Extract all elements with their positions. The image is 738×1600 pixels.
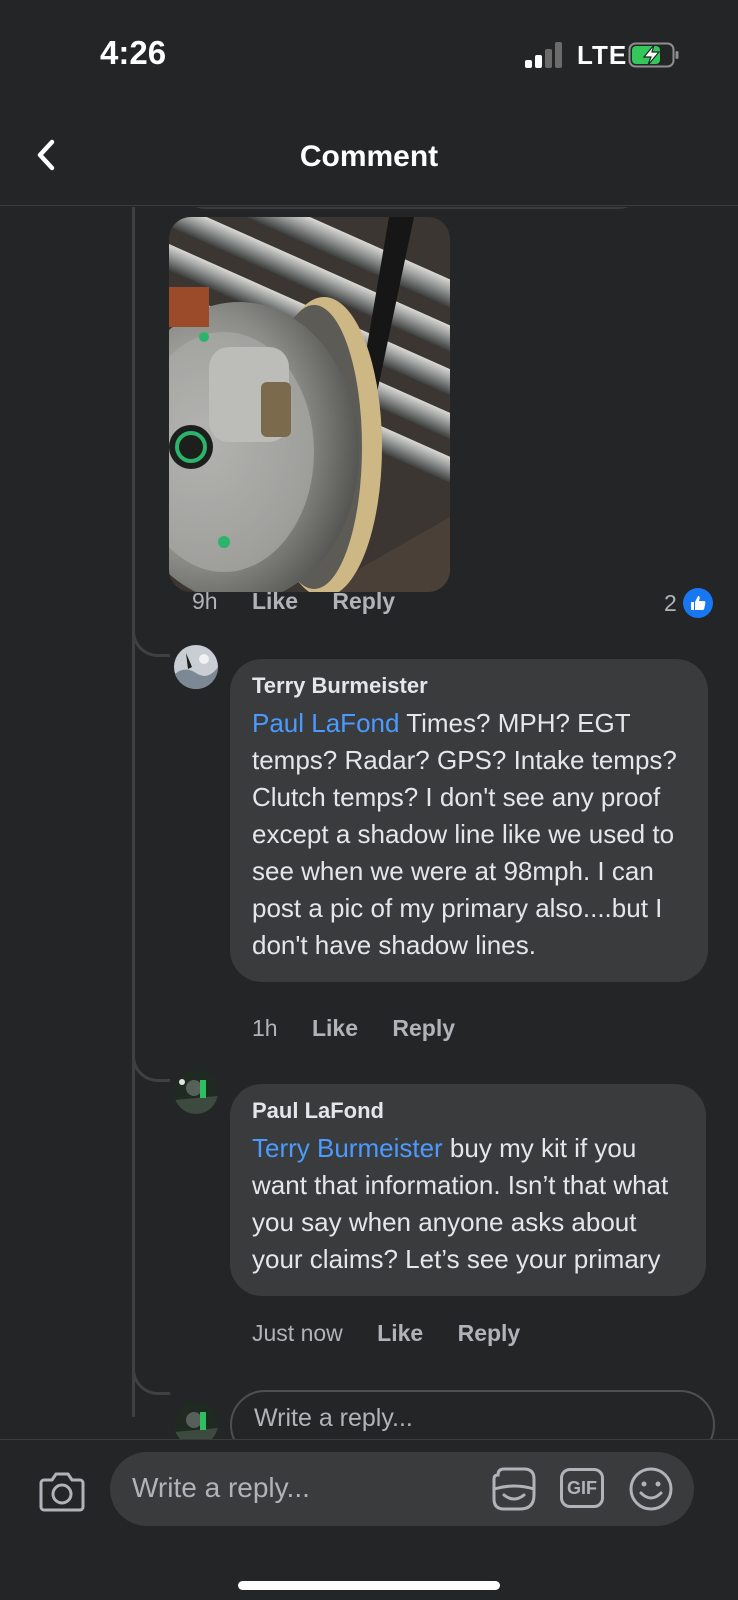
thread-line — [132, 207, 135, 1417]
emoji-icon[interactable] — [628, 1466, 674, 1512]
comment-age: 9h — [192, 588, 218, 614]
reply-button[interactable]: Reply — [332, 588, 395, 614]
reply-button[interactable]: Reply — [392, 1015, 455, 1041]
gif-button[interactable]: GIF — [560, 1468, 604, 1508]
avatar[interactable] — [174, 645, 218, 689]
reply-connector — [132, 1365, 170, 1395]
status-bar: 4:26 LTE — [0, 0, 738, 110]
reply-composer: Write a reply... GIF — [0, 1439, 738, 1600]
comment-actions: 1h Like Reply — [252, 1015, 483, 1042]
composer-placeholder: Write a reply... — [132, 1472, 310, 1503]
previous-comment-bubble-edge — [186, 207, 638, 209]
reply-connector — [132, 1052, 170, 1082]
mention-link[interactable]: Paul LaFond — [252, 708, 399, 738]
reaction-count: 2 — [664, 589, 677, 616]
comment-actions: Just now Like Reply — [252, 1320, 548, 1347]
camera-icon[interactable] — [38, 1468, 86, 1514]
mention-link[interactable]: Terry Burmeister — [252, 1133, 443, 1163]
comment-bubble[interactable]: Paul LaFond Terry Burmeister buy my kit … — [230, 1084, 706, 1296]
comment-author[interactable]: Terry Burmeister — [252, 673, 686, 699]
comment-text: Paul LaFond Times? MPH? EGT temps? Radar… — [252, 705, 686, 964]
clutch-photo-image — [169, 217, 450, 592]
status-time: 4:26 — [100, 34, 167, 71]
avatar[interactable] — [174, 1070, 218, 1114]
reaction-summary[interactable]: 2 — [664, 588, 713, 618]
comment-age: 1h — [252, 1015, 278, 1041]
sticker-icon[interactable] — [490, 1465, 538, 1513]
comment-bubble[interactable]: Terry Burmeister Paul LaFond Times? MPH?… — [230, 659, 708, 982]
composer-input[interactable]: Write a reply... GIF — [110, 1452, 694, 1526]
comment-text: Terry Burmeister buy my kit if you want … — [252, 1130, 684, 1278]
photo-comment-actions: 9h Like Reply — [192, 588, 423, 615]
like-button[interactable]: Like — [377, 1320, 423, 1346]
comment-age: Just now — [252, 1320, 343, 1346]
comment-header: Comment — [0, 120, 738, 206]
inline-reply-input[interactable]: Write a reply... — [230, 1390, 715, 1439]
like-button[interactable]: Like — [252, 588, 298, 614]
comment-body: Times? MPH? EGT temps? Radar? GPS? Intak… — [252, 708, 677, 960]
reply-connector — [132, 627, 170, 657]
comment-photo[interactable] — [169, 217, 450, 592]
home-indicator — [238, 1581, 500, 1590]
battery-charging-icon — [628, 42, 679, 68]
comment-author[interactable]: Paul LaFond — [252, 1098, 684, 1124]
signal-icon — [525, 42, 565, 68]
like-button[interactable]: Like — [312, 1015, 358, 1041]
comment-thread[interactable]: 9h Like Reply 2 Terry Burmeister Paul La… — [0, 207, 738, 1439]
thumbs-up-icon — [682, 588, 713, 618]
carrier-label: LTE — [577, 40, 628, 70]
reply-button[interactable]: Reply — [458, 1320, 521, 1346]
avatar — [174, 1402, 218, 1439]
page-title: Comment — [299, 140, 439, 173]
